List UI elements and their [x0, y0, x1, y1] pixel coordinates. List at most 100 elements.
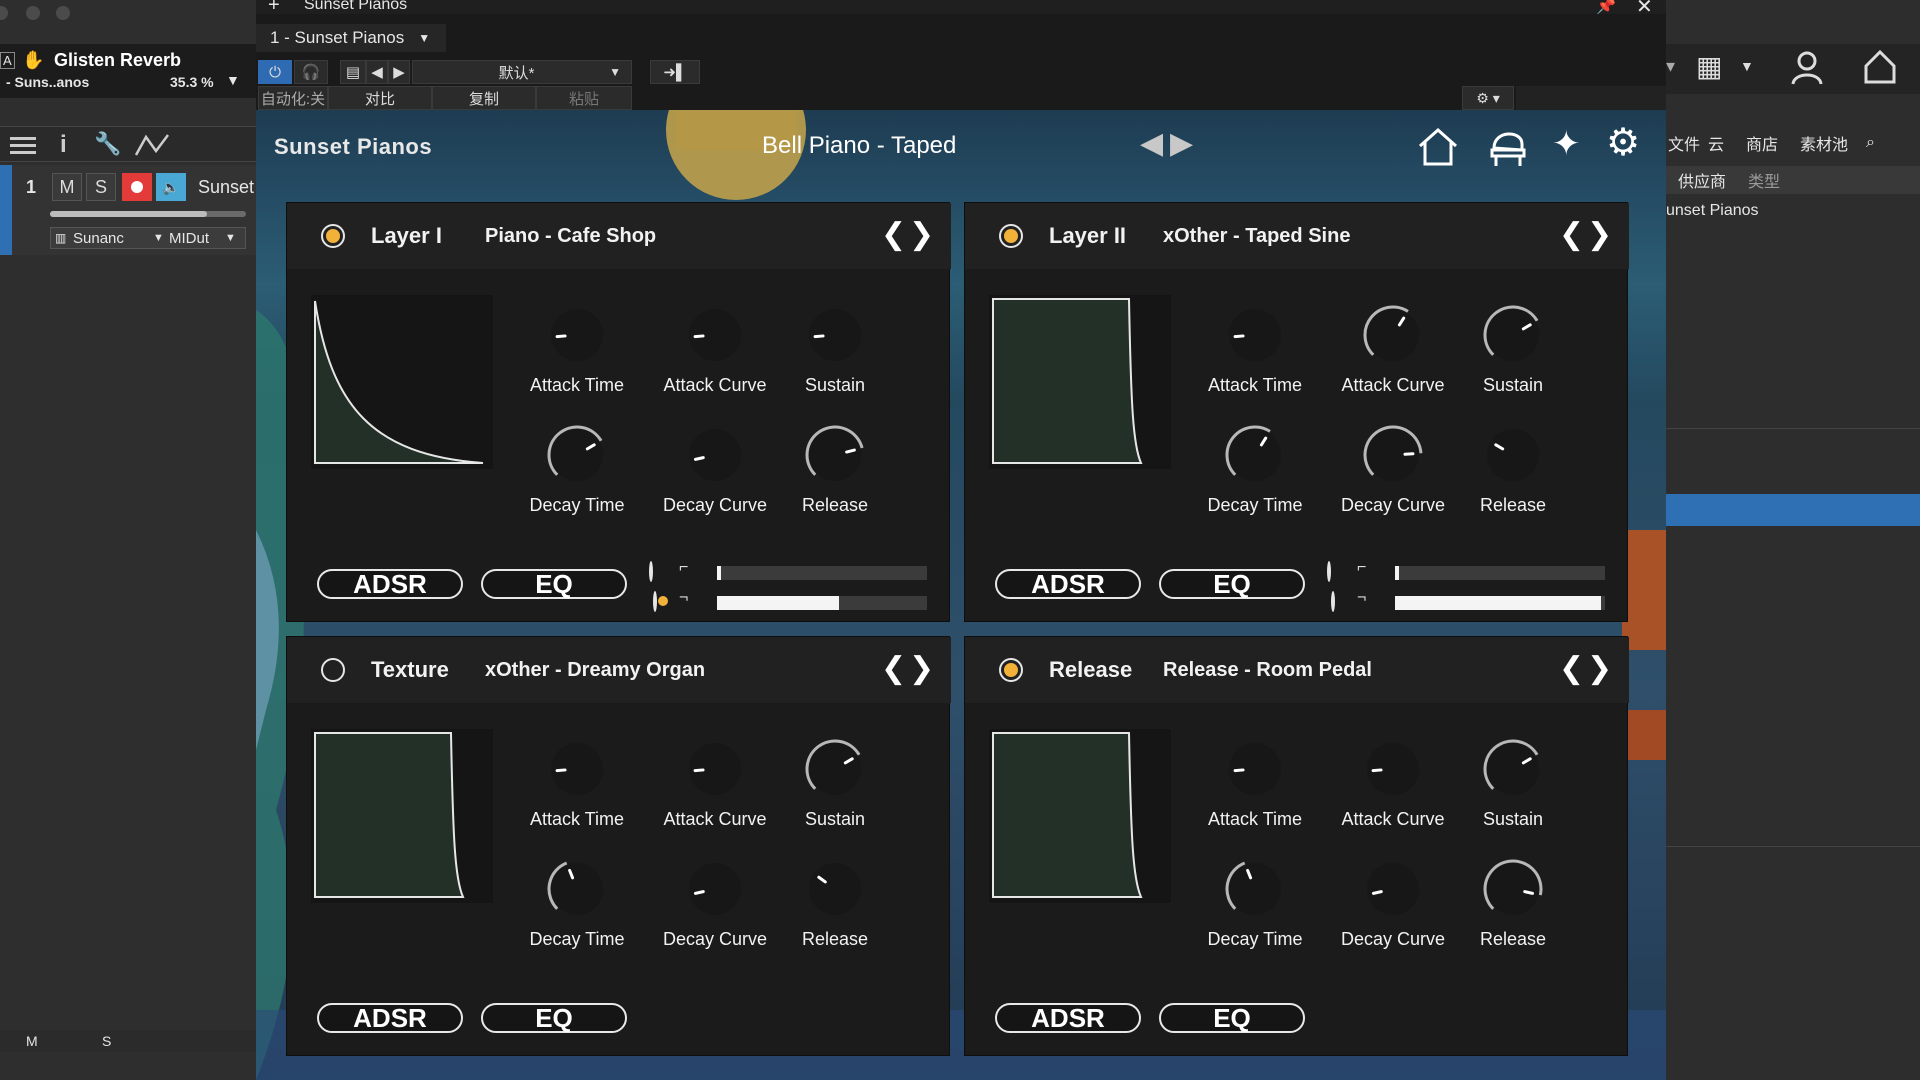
monitor-button[interactable]: 🔈: [156, 173, 186, 201]
adsr-button[interactable]: ADSR: [317, 569, 463, 599]
track-row[interactable]: 1 M S 🔈 Sunset ▥ Sunanc ▼ MIDut ▼: [0, 165, 256, 255]
attack-curve-knob[interactable]: [683, 303, 747, 367]
layer-level-slider[interactable]: [1395, 596, 1605, 610]
instance-select[interactable]: 1 - Sunset Pianos ▼: [256, 24, 446, 52]
layer-enable-toggle[interactable]: [321, 658, 345, 682]
paste-button[interactable]: 粘贴: [536, 86, 632, 110]
chevron-down-icon[interactable]: ▾: [1666, 56, 1675, 77]
release-knob[interactable]: [1481, 857, 1545, 921]
tab-cloud[interactable]: 云: [1708, 131, 1746, 155]
layer-preset-prev-arrow[interactable]: ❮: [1559, 217, 1590, 252]
window-close-button[interactable]: [0, 6, 8, 20]
home-icon[interactable]: [1862, 48, 1898, 86]
layer-preset-name[interactable]: Release - Room Pedal: [1163, 659, 1372, 682]
attack-time-knob[interactable]: [545, 737, 609, 801]
power-button[interactable]: ⏻: [258, 60, 292, 84]
tab-pool[interactable]: 素材池: [1800, 131, 1866, 155]
attack-curve-knob[interactable]: [1361, 737, 1425, 801]
layer-preset-name[interactable]: xOther - Taped Sine: [1163, 225, 1350, 248]
layer-level-slider[interactable]: [717, 596, 927, 610]
mute-button[interactable]: M: [52, 173, 82, 201]
chevron-down-icon[interactable]: ▼: [226, 72, 240, 88]
tab-files[interactable]: 文件: [1668, 131, 1708, 155]
insert-slot[interactable]: A ✋ Glisten Reverb - Suns..anos 35.3 % ▼: [0, 44, 256, 98]
instrument-select[interactable]: Sunanc: [73, 230, 153, 247]
layout-icon[interactable]: ▦: [1696, 50, 1722, 83]
layer-preset-prev-arrow[interactable]: ❮: [1559, 651, 1590, 686]
decay-time-knob[interactable]: [545, 423, 609, 487]
selected-row[interactable]: [1666, 494, 1920, 526]
attack-time-knob[interactable]: [1223, 737, 1287, 801]
solo-button[interactable]: S: [86, 173, 116, 201]
decay-curve-knob[interactable]: [1361, 857, 1425, 921]
record-arm-button[interactable]: [122, 173, 152, 201]
layer-level-slider[interactable]: [1395, 566, 1605, 580]
host-settings-button[interactable]: ⚙ ▾: [1462, 86, 1514, 110]
layer-preset-prev-arrow[interactable]: ❮: [881, 217, 912, 252]
release-knob[interactable]: [803, 857, 867, 921]
layer-preset-next-arrow[interactable]: ❯: [1587, 217, 1618, 252]
release-knob[interactable]: [803, 423, 867, 487]
sustain-knob[interactable]: [803, 303, 867, 367]
copy-button[interactable]: 复制: [432, 86, 536, 110]
eq-button[interactable]: EQ: [481, 569, 627, 599]
layer-slider-select[interactable]: [653, 591, 657, 612]
attack-time-knob[interactable]: [1223, 303, 1287, 367]
bottom-solo-label[interactable]: S: [102, 1033, 111, 1049]
layer-enable-toggle[interactable]: [999, 658, 1023, 682]
layer-slider-select[interactable]: [1327, 561, 1331, 582]
info-icon[interactable]: i: [60, 131, 67, 159]
decay-time-knob[interactable]: [1223, 857, 1287, 921]
automation-curve-icon[interactable]: [134, 133, 170, 157]
layer-slider-select[interactable]: [649, 561, 653, 582]
chevron-down-icon[interactable]: ▼: [1740, 58, 1754, 74]
layer-preset-name[interactable]: xOther - Dreamy Organ: [485, 659, 705, 682]
compare-button[interactable]: 对比: [328, 86, 432, 110]
window-minimize-button[interactable]: [26, 6, 40, 20]
attack-curve-knob[interactable]: [1361, 303, 1425, 367]
decay-curve-knob[interactable]: [1361, 423, 1425, 487]
sidechain-button[interactable]: ➜▌: [650, 60, 700, 84]
column-vendor[interactable]: 供应商: [1678, 168, 1748, 192]
decay-curve-knob[interactable]: [683, 857, 747, 921]
decay-curve-knob[interactable]: [683, 423, 747, 487]
sustain-knob[interactable]: [1481, 303, 1545, 367]
decay-time-knob[interactable]: [1223, 423, 1287, 487]
user-icon[interactable]: [1790, 50, 1824, 86]
layer-preset-next-arrow[interactable]: ❯: [909, 217, 940, 252]
layer-slider-select[interactable]: [1331, 591, 1335, 612]
preset-prev-button[interactable]: ◀: [366, 60, 388, 84]
column-type[interactable]: 类型: [1748, 168, 1780, 192]
layer-preset-name[interactable]: Piano - Cafe Shop: [485, 225, 656, 248]
release-knob[interactable]: [1481, 423, 1545, 487]
automation-button[interactable]: 自动化:关: [258, 86, 328, 110]
sustain-knob[interactable]: [1481, 737, 1545, 801]
host-preset-select[interactable]: 默认* ▼: [412, 60, 632, 84]
eq-button[interactable]: EQ: [481, 1003, 627, 1033]
midi-input-select[interactable]: MIDut: [169, 230, 225, 247]
attack-curve-knob[interactable]: [683, 737, 747, 801]
preset-next-button[interactable]: ▶: [388, 60, 410, 84]
bypass-button[interactable]: 🎧: [294, 60, 328, 84]
adsr-button[interactable]: ADSR: [995, 569, 1141, 599]
layer-enable-toggle[interactable]: [999, 224, 1023, 248]
tab-store[interactable]: 商店: [1746, 131, 1800, 155]
track-volume-slider[interactable]: [50, 211, 246, 217]
preset-list-button[interactable]: ▤: [340, 60, 366, 84]
sustain-knob[interactable]: [803, 737, 867, 801]
window-maximize-button[interactable]: [56, 6, 70, 20]
layer-preset-next-arrow[interactable]: ❯: [1587, 651, 1618, 686]
eq-button[interactable]: EQ: [1159, 569, 1305, 599]
eq-button[interactable]: EQ: [1159, 1003, 1305, 1033]
search-icon[interactable]: ⌕: [1866, 134, 1875, 152]
wrench-icon[interactable]: 🔧: [94, 131, 121, 157]
decay-time-knob[interactable]: [545, 857, 609, 921]
layer-preset-next-arrow[interactable]: ❯: [909, 651, 940, 686]
adsr-button[interactable]: ADSR: [317, 1003, 463, 1033]
adsr-button[interactable]: ADSR: [995, 1003, 1141, 1033]
menu-icon[interactable]: [10, 135, 36, 155]
browser-item[interactable]: unset Pianos: [1666, 202, 1759, 220]
bottom-mute-label[interactable]: M: [26, 1033, 38, 1049]
attack-time-knob[interactable]: [545, 303, 609, 367]
layer-enable-toggle[interactable]: [321, 224, 345, 248]
